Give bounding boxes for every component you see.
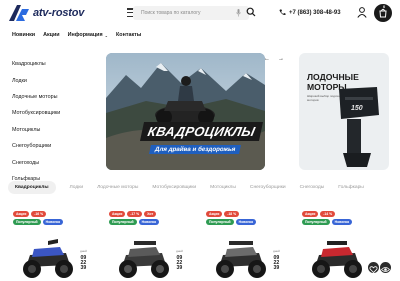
product-badges: Акция -14 % Популярный Новинка	[302, 211, 362, 225]
tab-towers[interactable]: Мотобуксировщики	[152, 185, 196, 190]
top-nav: Новинки Акции Информация ⌄ Контакты	[12, 32, 141, 38]
product-badges: Акция -18 % Популярный Новинка	[206, 211, 266, 225]
badge-popular: Популярный	[109, 219, 137, 225]
tab-golfcars[interactable]: Гольфкары	[338, 185, 364, 190]
chevron-down-icon: ⌄	[104, 32, 108, 38]
phone-link[interactable]: +7 (863) 308-48-93	[279, 9, 341, 16]
banner-title-box: КВАДРОЦИКЛЫ	[139, 122, 264, 141]
product-badges: Акция -17 % Хит Популярный Новинка	[109, 211, 169, 225]
nav-sales[interactable]: Акции	[43, 32, 60, 38]
badge-popular: Популярный	[13, 219, 41, 225]
microphone-icon[interactable]	[236, 9, 241, 17]
engine-mark: 150	[351, 105, 363, 112]
badge-new: Новинка	[42, 219, 63, 225]
tab-boats[interactable]: Лодки	[70, 185, 84, 190]
category-tabs: Квадроциклы Лодки Лодочные моторы Мотобу…	[8, 181, 378, 194]
badge-hit: Хит	[144, 211, 157, 217]
logo-icon	[9, 5, 29, 21]
site-header: atv-rostov +7 (863) 308-48-93 0	[0, 0, 400, 28]
site-logo[interactable]: atv-rostov	[8, 4, 84, 22]
nav-contacts[interactable]: Контакты	[116, 32, 141, 38]
badge-new: Новинка	[138, 219, 159, 225]
banner-title: КВАДРОЦИКЛЫ	[139, 122, 264, 141]
quick-view-button[interactable]	[380, 262, 391, 273]
side-banner-boat-motors[interactable]: ЛОДОЧНЫЕ МОТОРЫ Широкий выбор лодочных мо…	[299, 53, 389, 170]
tab-boat-motors[interactable]: Лодочные моторы	[97, 185, 138, 190]
cart-count: 0	[383, 4, 386, 9]
tab-snowmobiles[interactable]: Снегоходы	[300, 185, 325, 190]
phone-number: +7 (863) 308-48-93	[289, 9, 341, 16]
product-badges: Акция -16 % Популярный Новинка	[13, 211, 73, 225]
sidebar-item-snowblowers[interactable]: Снегоуборщики	[12, 138, 100, 154]
badge-discount: -18 %	[224, 211, 240, 217]
product-image	[119, 241, 169, 278]
tab-atv[interactable]: Квадроциклы	[8, 181, 56, 194]
category-sidebar: Квадроциклы Лодки Лодочные моторы Мотобу…	[12, 56, 100, 187]
badge-sale: Акция	[13, 211, 30, 217]
search-input[interactable]	[141, 6, 235, 20]
banner-prev-arrow-icon[interactable]: ←	[264, 56, 270, 62]
sidebar-item-boat-motors[interactable]: Лодочные моторы	[12, 89, 100, 105]
sidebar-item-atv[interactable]: Квадроциклы	[12, 56, 100, 72]
nav-info[interactable]: Информация ⌄	[68, 32, 108, 38]
sidebar-item-snowmobiles[interactable]: Снегоходы	[12, 154, 100, 170]
boat-motor-image: 150	[339, 87, 379, 167]
badge-new: Новинка	[331, 219, 352, 225]
nav-new[interactable]: Новинки	[12, 32, 35, 38]
phone-icon	[279, 9, 286, 16]
search-box	[133, 6, 249, 20]
badge-discount: -17 %	[127, 211, 143, 217]
banner-arrows: ← →	[264, 56, 284, 62]
product-image	[23, 239, 73, 278]
logo-text: atv-rostov	[33, 7, 85, 19]
banner-next-arrow-icon[interactable]: →	[278, 56, 284, 62]
badge-discount: -14 %	[320, 211, 336, 217]
user-icon[interactable]	[357, 7, 367, 18]
search-icon[interactable]	[246, 7, 256, 17]
hero-banner[interactable]: КВАДРОЦИКЛЫ Для драйва и бездорожья	[106, 53, 265, 170]
badge-sale: Акция	[302, 211, 319, 217]
badge-new: Новинка	[235, 219, 256, 225]
product-image	[216, 241, 266, 278]
product-card[interactable]: Акция -17 % Хит Популярный Новинка дней …	[104, 205, 188, 281]
countdown-timer: дней 09 22 39	[176, 249, 183, 271]
favorite-button[interactable]	[368, 262, 379, 274]
badge-discount: -16 %	[31, 211, 47, 217]
badge-popular: Популярный	[302, 219, 330, 225]
product-card[interactable]: Акция -18 % Популярный Новинка дней 09 22…	[201, 205, 285, 281]
countdown-timer: дней 09 22 39	[273, 249, 280, 271]
sidebar-item-motorcycles[interactable]: Мотоциклы	[12, 122, 100, 138]
countdown-timer: дней 09 22 39	[80, 249, 87, 271]
sidebar-item-boats[interactable]: Лодки	[12, 72, 100, 88]
product-image	[312, 241, 362, 278]
sidebar-item-towers[interactable]: Мотобуксировщики	[12, 105, 100, 121]
tab-motorcycles[interactable]: Мотоциклы	[210, 185, 236, 190]
badge-popular: Популярный	[206, 219, 234, 225]
eye-icon	[380, 267, 391, 272]
badge-sale: Акция	[109, 211, 126, 217]
product-card[interactable]: Акция -16 % Популярный Новинка дней 09 22…	[8, 205, 92, 281]
badge-sale: Акция	[206, 211, 223, 217]
heart-icon	[369, 266, 378, 274]
tab-snowblowers[interactable]: Снегоуборщики	[250, 185, 286, 190]
banner-subtitle: Для драйва и бездорожья	[149, 145, 242, 154]
